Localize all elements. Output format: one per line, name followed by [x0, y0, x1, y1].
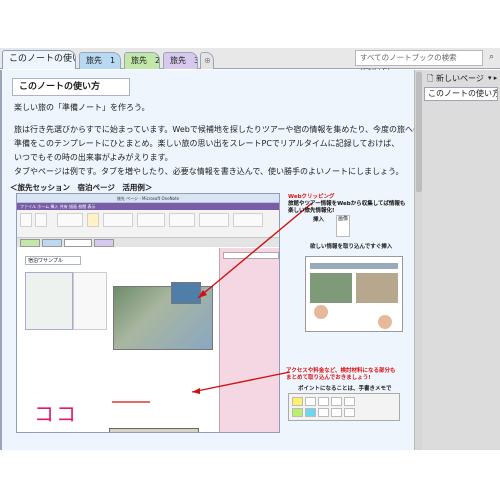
arrow-access: [191, 371, 291, 393]
annotation-insert-label: 挿入: [313, 217, 325, 223]
new-page-label: 新しいページ: [435, 74, 484, 83]
tab-how-to-use[interactable]: このノートの使い方: [2, 50, 76, 69]
page-list-item[interactable]: このノートの使い方: [424, 87, 498, 101]
new-page-icon: 🗋: [427, 74, 434, 83]
annotation-web-clip-text: 旅館やツアー情報をWebから収集してば情報も 楽しい旅先情報化!: [288, 201, 406, 214]
annotation-access-line-2: まとめて取り込んでおきましょう!: [286, 375, 371, 381]
new-page-button[interactable]: 🗋 新しいページ: [424, 72, 498, 86]
arrow-web-clip: [197, 202, 313, 299]
annotation-web-clip-title: Webクリッピング: [288, 194, 335, 200]
page-list-arrows-icon[interactable]: ▾ ▸: [488, 72, 497, 85]
annotation-access: アクセスや料金など、検討材料になる部分も まとめて取り込んでおきましょう!: [286, 368, 395, 382]
insert-picture-icon: 画像: [336, 215, 350, 237]
web-page-thumbnail-image: [305, 256, 403, 332]
pen-palette-image: [288, 393, 400, 421]
annotation-handwriting: ポイントになることは、手書きメモで: [298, 386, 392, 392]
annotation-web-clip: Webクリッピング 旅館やツアー情報をWebから収集してば情報も 楽しい旅先情報…: [288, 194, 408, 215]
bottom-blank-area: [0, 450, 500, 500]
handwritten-koko: ココ: [34, 402, 78, 426]
annotation-access-line-1: アクセスや料金など、検討材料になる部分も: [286, 368, 396, 374]
annotation-paste: 欲しい情報を取り込んですぐ挿入: [310, 244, 393, 250]
page-list-pane: 🗋 新しいページ ▾ ▸ このノートの使い方: [422, 70, 500, 450]
page-scrollbar[interactable]: [414, 70, 422, 450]
